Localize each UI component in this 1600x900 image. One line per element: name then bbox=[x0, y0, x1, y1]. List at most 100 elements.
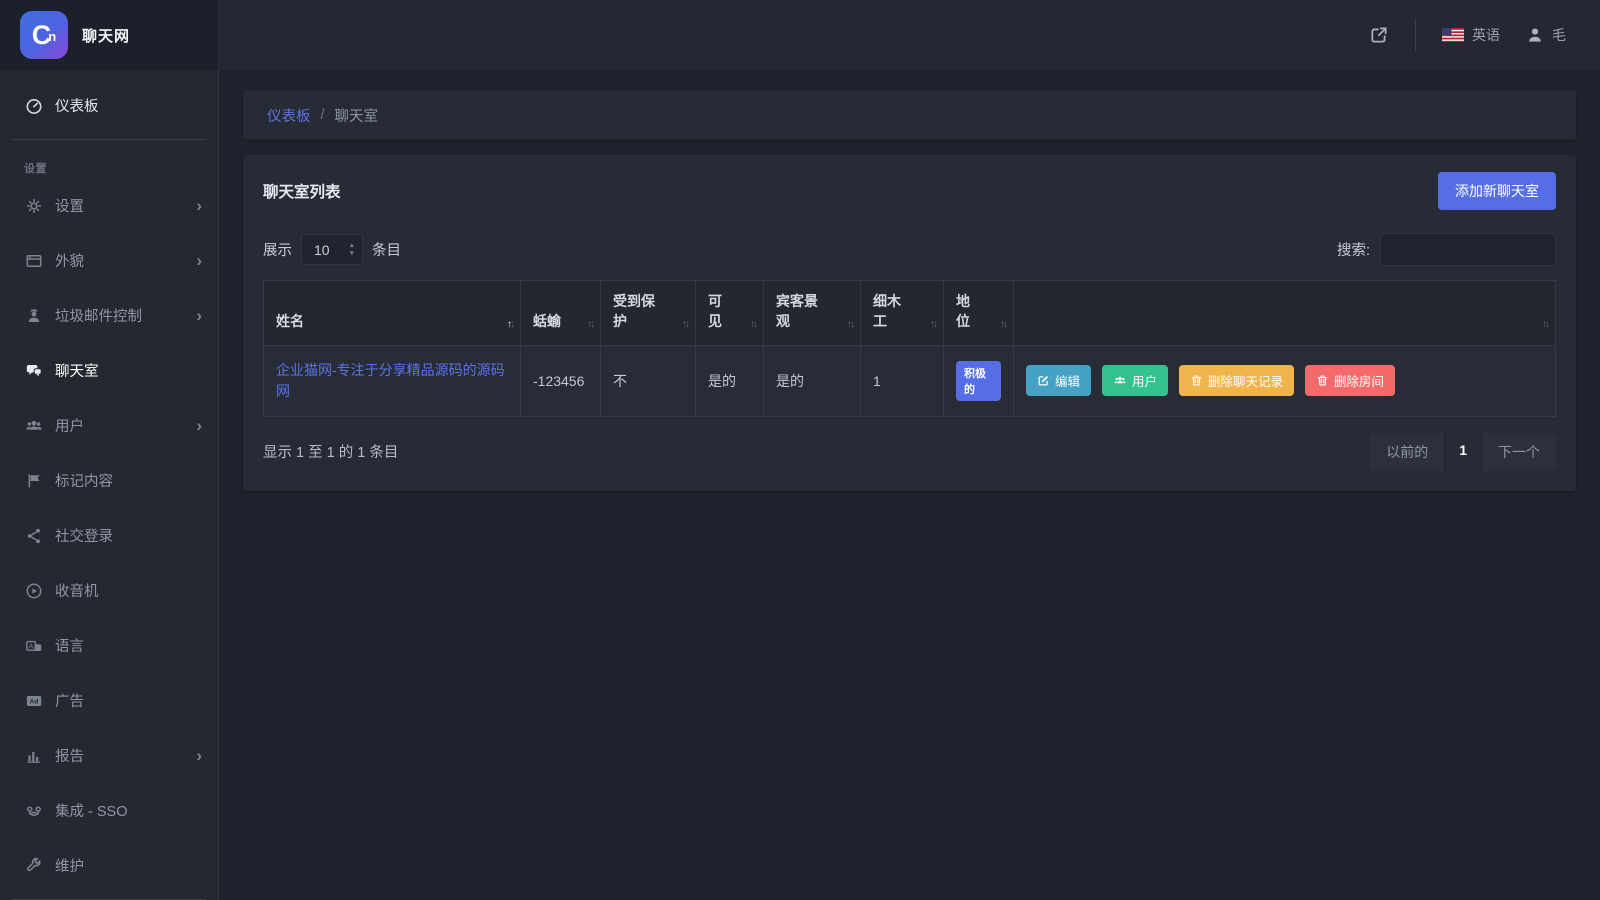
sort-icon: ↑↓ bbox=[750, 318, 756, 333]
select-arrows-icon: ▲▼ bbox=[349, 242, 355, 258]
users-icon bbox=[1113, 374, 1127, 387]
wrench-icon bbox=[24, 857, 43, 875]
cell-guest-view: 是的 bbox=[764, 345, 861, 416]
add-chatroom-button[interactable]: 添加新聊天室 bbox=[1438, 172, 1556, 210]
sort-icon: ↑↓ bbox=[930, 318, 936, 333]
sidebar-item-label: 社交登录 bbox=[55, 525, 202, 546]
sidebar-item-dashboard[interactable]: 仪表板 bbox=[0, 78, 218, 133]
table-row: 企业猫网-专注于分享精品源码的源码网 -123456 不 是的 是的 1 积极的 bbox=[264, 345, 1556, 416]
sidebar-item-radio[interactable]: 收音机 bbox=[0, 563, 218, 618]
status-badge: 积极的 bbox=[956, 361, 1001, 401]
sidebar-item-label: 聊天室 bbox=[55, 360, 202, 381]
table-controls: 展示 10 ▲▼ 条目 搜索: bbox=[243, 225, 1576, 280]
users-button[interactable]: 用户 bbox=[1102, 365, 1168, 396]
spam-control-icon bbox=[24, 307, 43, 325]
svg-text:A: A bbox=[28, 643, 33, 650]
column-header-slug[interactable]: 蛞蝓↑↓ bbox=[521, 281, 601, 346]
column-header-name[interactable]: 姓名↑↓ bbox=[264, 281, 521, 346]
sidebar-section-label: 设置 bbox=[0, 146, 218, 178]
sidebar-item-label: 仪表板 bbox=[55, 95, 202, 116]
sidebar-item-maintenance[interactable]: 维护 bbox=[0, 838, 218, 893]
cell-visible: 是的 bbox=[696, 345, 764, 416]
user-icon bbox=[1526, 26, 1544, 44]
column-header-protected[interactable]: 受到保护↑↓ bbox=[601, 281, 696, 346]
column-header-actions[interactable]: ↑↓ bbox=[1014, 281, 1556, 346]
sidebar-item-spam-control[interactable]: 垃圾邮件控制 › bbox=[0, 288, 218, 343]
brand-area: C n 聊天网 bbox=[0, 0, 219, 70]
sidebar-divider bbox=[12, 139, 206, 140]
sort-icon: ↑↓ bbox=[1542, 318, 1548, 333]
delete-chat-log-button[interactable]: 删除聊天记录 bbox=[1179, 365, 1294, 396]
chevron-right-icon: › bbox=[196, 306, 202, 326]
topbar: 英语 毛 bbox=[219, 0, 1600, 70]
appearance-icon bbox=[24, 252, 43, 270]
bar-chart-icon bbox=[24, 747, 43, 765]
us-flag-icon bbox=[1442, 28, 1464, 42]
sidebar-item-appearance[interactable]: 外貌 › bbox=[0, 233, 218, 288]
sidebar-item-sso[interactable]: 集成 - SSO bbox=[0, 783, 218, 838]
user-menu[interactable]: 毛 bbox=[1526, 25, 1566, 45]
main-content: 仪表板 / 聊天室 聊天室列表 添加新聊天室 展示 10 ▲▼ 条目 搜 bbox=[219, 70, 1600, 900]
column-header-joinery[interactable]: 细木工↑↓ bbox=[861, 281, 944, 346]
cell-status: 积极的 bbox=[944, 345, 1014, 416]
sidebar-item-label: 垃圾邮件控制 bbox=[55, 305, 184, 326]
app-logo[interactable]: C n bbox=[20, 11, 68, 59]
external-link-icon[interactable] bbox=[1369, 25, 1389, 45]
language-icon: A bbox=[24, 637, 43, 655]
app-title: 聊天网 bbox=[82, 25, 130, 46]
dashboard-icon bbox=[24, 97, 43, 115]
page-length-value: 10 bbox=[314, 242, 330, 258]
gear-icon bbox=[24, 197, 43, 215]
breadcrumb-parent-link[interactable]: 仪表板 bbox=[267, 105, 311, 126]
sidebar-item-label: 外貌 bbox=[55, 250, 184, 271]
sidebar-item-settings[interactable]: 设置 › bbox=[0, 178, 218, 233]
column-header-guest-view[interactable]: 宾客景观↑↓ bbox=[764, 281, 861, 346]
sidebar-item-label: 设置 bbox=[55, 195, 184, 216]
search-control: 搜索: bbox=[1337, 233, 1556, 266]
chat-bubbles-icon bbox=[24, 362, 43, 380]
sidebar-item-label: 维护 bbox=[55, 855, 202, 876]
cell-protected: 不 bbox=[601, 345, 696, 416]
flag-icon bbox=[24, 472, 43, 490]
search-input[interactable] bbox=[1380, 233, 1556, 266]
sidebar-item-chatrooms[interactable]: 聊天室 bbox=[0, 343, 218, 398]
edit-button[interactable]: 编辑 bbox=[1026, 365, 1091, 396]
sidebar-item-users[interactable]: 用户 › bbox=[0, 398, 218, 453]
pagination: 以前的 1 下一个 bbox=[1370, 433, 1556, 471]
card-header: 聊天室列表 添加新聊天室 bbox=[243, 155, 1576, 225]
sidebar-item-label: 报告 bbox=[55, 745, 184, 766]
pagination-next[interactable]: 下一个 bbox=[1482, 433, 1556, 471]
ad-icon: Ad bbox=[24, 692, 43, 710]
share-icon bbox=[24, 527, 43, 545]
sidebar-item-social-login[interactable]: 社交登录 bbox=[0, 508, 218, 563]
svg-text:Ad: Ad bbox=[29, 698, 38, 705]
delete-room-button[interactable]: 删除房间 bbox=[1305, 365, 1395, 396]
sort-icon: ↑↓ bbox=[507, 318, 513, 333]
chevron-right-icon: › bbox=[196, 196, 202, 216]
column-header-visible[interactable]: 可见↑↓ bbox=[696, 281, 764, 346]
language-switcher[interactable]: 英语 bbox=[1442, 25, 1500, 45]
pagination-page-1[interactable]: 1 bbox=[1445, 433, 1482, 471]
pagination-previous[interactable]: 以前的 bbox=[1370, 433, 1445, 471]
cell-name: 企业猫网-专注于分享精品源码的源码网 bbox=[264, 345, 521, 416]
column-header-status[interactable]: 地位↑↓ bbox=[944, 281, 1014, 346]
cell-joinery: 1 bbox=[861, 345, 944, 416]
sidebar-item-flagged-content[interactable]: 标记内容 bbox=[0, 453, 218, 508]
cell-actions: 编辑 用户 bbox=[1014, 345, 1556, 416]
table-header-row: 姓名↑↓ 蛞蝓↑↓ 受到保护↑↓ 可见↑↓ 宾客景观↑↓ 细木工↑↓ 地位↑↓ … bbox=[264, 281, 1556, 346]
sidebar-item-ads[interactable]: Ad 广告 bbox=[0, 673, 218, 728]
language-label: 英语 bbox=[1472, 25, 1500, 45]
sort-icon: ↑↓ bbox=[847, 318, 853, 333]
sidebar-item-label: 标记内容 bbox=[55, 470, 202, 491]
table-footer: 显示 1 至 1 的 1 条目 以前的 1 下一个 bbox=[243, 417, 1576, 491]
topbar-divider bbox=[1415, 18, 1416, 52]
sidebar-item-reports[interactable]: 报告 › bbox=[0, 728, 218, 783]
sidebar-item-label: 语言 bbox=[55, 635, 202, 656]
edit-icon bbox=[1037, 374, 1050, 387]
table-wrapper: 姓名↑↓ 蛞蝓↑↓ 受到保护↑↓ 可见↑↓ 宾客景观↑↓ 细木工↑↓ 地位↑↓ … bbox=[243, 280, 1576, 417]
trash-icon bbox=[1190, 374, 1203, 387]
chatroom-link[interactable]: 企业猫网-专注于分享精品源码的源码网 bbox=[276, 362, 505, 399]
page-length-select[interactable]: 10 ▲▼ bbox=[301, 234, 363, 265]
breadcrumb-separator: / bbox=[321, 107, 325, 123]
sidebar-item-language[interactable]: A 语言 bbox=[0, 618, 218, 673]
